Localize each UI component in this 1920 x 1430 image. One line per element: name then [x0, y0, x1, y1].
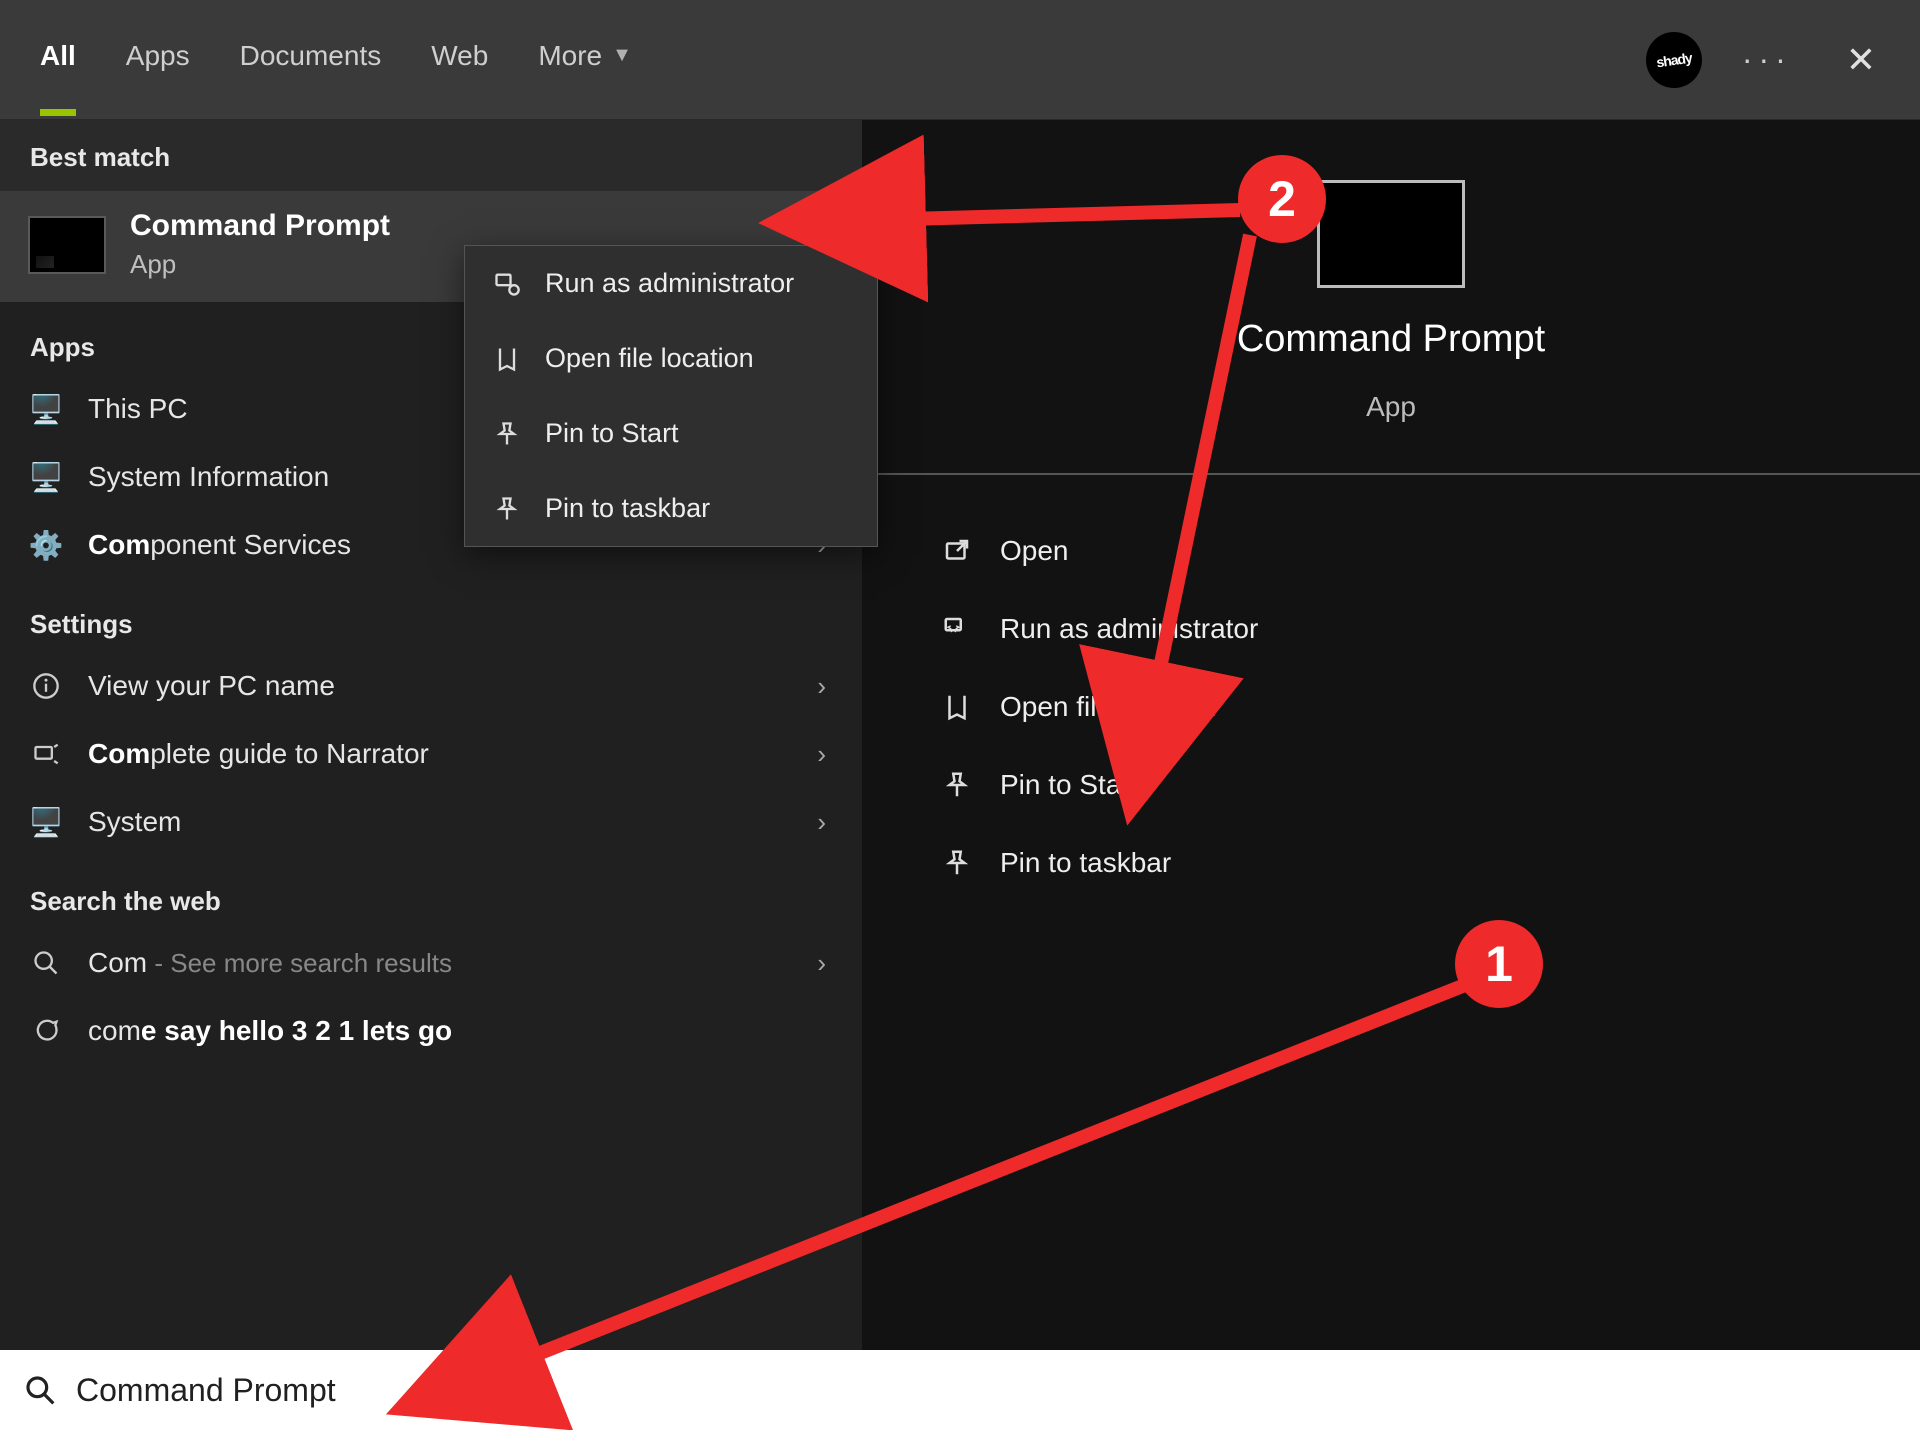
result-label: come say hello 3 2 1 lets go	[88, 1015, 826, 1047]
close-icon: ✕	[1846, 39, 1876, 80]
context-pin-start[interactable]: Pin to Start	[465, 396, 877, 471]
open-icon	[942, 536, 972, 566]
search-bar	[0, 1350, 1920, 1430]
result-label: System	[88, 806, 791, 838]
context-menu: Run as administrator Open file location …	[464, 245, 878, 547]
pin-icon	[942, 848, 972, 878]
this-pc-icon: 🖥️	[30, 393, 62, 425]
command-prompt-icon	[1317, 180, 1465, 288]
chevron-right-icon: ›	[817, 671, 826, 702]
filter-tabs: All Apps Documents Web More ▼	[40, 28, 1646, 92]
action-label: Open file location	[1000, 691, 1216, 723]
tab-web[interactable]: Web	[431, 28, 488, 92]
search-filter-bar: All Apps Documents Web More ▼ shady ··· …	[0, 0, 1920, 120]
narrator-icon	[30, 738, 62, 770]
context-pin-taskbar[interactable]: Pin to taskbar	[465, 471, 877, 546]
search-icon	[30, 947, 62, 979]
menu-label: Run as administrator	[545, 268, 794, 299]
search-web-header: Search the web	[0, 856, 862, 929]
command-prompt-icon	[28, 216, 106, 274]
windows-search-panel: All Apps Documents Web More ▼ shady ··· …	[0, 0, 1920, 1430]
settings-header: Settings	[0, 579, 862, 652]
pin-icon	[493, 495, 521, 523]
tab-more[interactable]: More ▼	[538, 28, 632, 92]
chevron-right-icon: ›	[817, 807, 826, 838]
tab-label: Web	[431, 40, 488, 72]
action-open-location[interactable]: Open file location	[922, 677, 1920, 737]
menu-label: Pin to taskbar	[545, 493, 710, 524]
top-actions: shady ··· ✕	[1646, 31, 1890, 89]
menu-label: Pin to Start	[545, 418, 679, 449]
chevron-right-icon: ›	[817, 948, 826, 979]
tab-label: All	[40, 40, 76, 72]
result-label: View your PC name	[88, 670, 791, 702]
info-icon	[30, 670, 62, 702]
action-label: Run as administrator	[1000, 613, 1258, 645]
best-match-header: Best match	[0, 120, 862, 191]
component-services-icon: ⚙️	[30, 529, 62, 561]
action-label: Pin to Start	[1000, 769, 1139, 801]
pin-icon	[942, 770, 972, 800]
action-pin-start[interactable]: Pin to Start	[922, 755, 1920, 815]
action-pin-taskbar[interactable]: Pin to taskbar	[922, 833, 1920, 893]
web-result-com[interactable]: Com - See more search results ›	[0, 929, 862, 997]
avatar-text: shady	[1655, 49, 1692, 70]
chevron-down-icon: ▼	[612, 44, 632, 67]
system-icon: 🖥️	[30, 806, 62, 838]
setting-system[interactable]: 🖥️ System ›	[0, 788, 862, 856]
options-button[interactable]: ···	[1742, 41, 1792, 78]
tab-documents[interactable]: Documents	[240, 28, 382, 92]
tab-label: Apps	[126, 40, 190, 72]
tab-all[interactable]: All	[40, 28, 76, 92]
tab-label: More	[538, 40, 602, 72]
chevron-right-icon: ›	[817, 739, 826, 770]
search-input[interactable]	[76, 1372, 1896, 1409]
ellipsis-icon: ···	[1742, 41, 1792, 77]
pin-icon	[493, 420, 521, 448]
open-location-icon	[493, 345, 521, 373]
setting-view-pc-name[interactable]: View your PC name ›	[0, 652, 862, 720]
system-info-icon: 🖥️	[30, 461, 62, 493]
best-match-title: Command Prompt	[130, 209, 390, 243]
tab-label: Documents	[240, 40, 382, 72]
close-button[interactable]: ✕	[1832, 31, 1890, 89]
search-icon	[24, 1374, 56, 1406]
chat-icon	[30, 1015, 62, 1047]
preview-subtitle: App	[1366, 391, 1416, 423]
best-match-subtitle: App	[130, 249, 390, 280]
best-match-texts: Command Prompt App	[130, 209, 390, 280]
result-label: Complete guide to Narrator	[88, 738, 791, 770]
preview-actions: Open Run as administrator Open file loca…	[862, 475, 1920, 893]
tab-apps[interactable]: Apps	[126, 28, 190, 92]
action-run-admin[interactable]: Run as administrator	[922, 599, 1920, 659]
setting-narrator-guide[interactable]: Complete guide to Narrator ›	[0, 720, 862, 788]
action-label: Pin to taskbar	[1000, 847, 1171, 879]
result-label: Com - See more search results	[88, 947, 791, 979]
preview-title: Command Prompt	[1237, 318, 1545, 361]
context-run-admin[interactable]: Run as administrator	[465, 246, 877, 321]
user-avatar[interactable]: shady	[1642, 28, 1705, 91]
menu-label: Open file location	[545, 343, 754, 374]
preview-header: Command Prompt App	[862, 120, 1920, 475]
run-admin-icon	[942, 614, 972, 644]
action-label: Open	[1000, 535, 1069, 567]
preview-column: Command Prompt App Open Run as administr…	[862, 120, 1920, 1350]
context-open-location[interactable]: Open file location	[465, 321, 877, 396]
web-result-come-say-hello[interactable]: come say hello 3 2 1 lets go	[0, 997, 862, 1065]
run-admin-icon	[493, 270, 521, 298]
action-open[interactable]: Open	[922, 521, 1920, 581]
open-location-icon	[942, 692, 972, 722]
